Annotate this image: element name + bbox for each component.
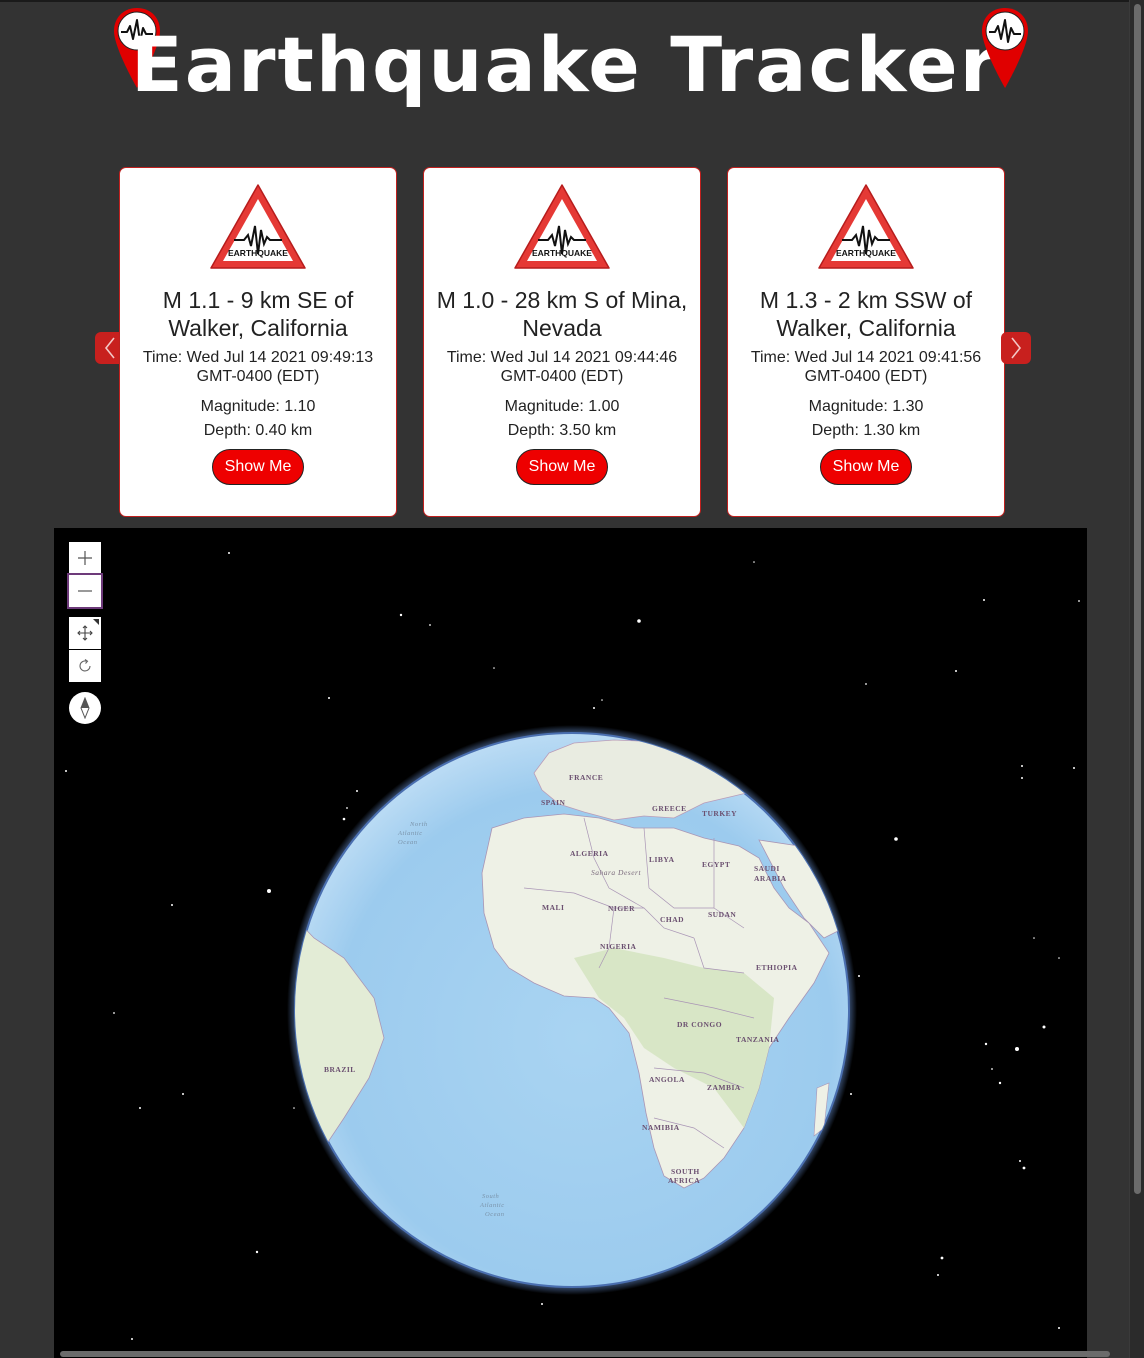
svg-text:SOUTH: SOUTH — [671, 1167, 700, 1176]
svg-text:Atlantic: Atlantic — [397, 830, 423, 837]
svg-text:ZAMBIA: ZAMBIA — [707, 1083, 741, 1092]
svg-text:AFRICA: AFRICA — [668, 1176, 700, 1185]
pan-button[interactable] — [69, 617, 101, 649]
svg-text:SPAIN: SPAIN — [541, 798, 566, 807]
quake-card: EARTHQUAKE M 1.1 - 9 km SE of Walker, Ca… — [119, 167, 397, 517]
svg-text:North: North — [409, 821, 428, 828]
svg-text:EARTHQUAKE: EARTHQUAKE — [836, 248, 896, 258]
quake-time: Time: Wed Jul 14 2021 09:41:56 GMT-0400 … — [750, 349, 982, 385]
globe-scene[interactable]: FRANCE SPAIN GREECE TURKEY ALGERIA LIBYA… — [54, 528, 1087, 1358]
svg-text:MALI: MALI — [542, 903, 564, 912]
vertical-scrollbar[interactable] — [1129, 0, 1144, 1358]
svg-text:ANGOLA: ANGOLA — [649, 1075, 685, 1084]
svg-text:SAUDI: SAUDI — [754, 864, 780, 873]
chevron-left-icon — [104, 337, 115, 359]
show-me-button[interactable]: Show Me — [212, 449, 304, 485]
rotate-icon — [79, 659, 91, 672]
earthquake-warning-icon: EARTHQUAKE — [818, 184, 914, 269]
svg-text:NAMIBIA: NAMIBIA — [642, 1123, 680, 1132]
quake-magnitude: Magnitude: 1.00 — [504, 398, 620, 415]
zoom-out-icon — [78, 590, 92, 592]
earthquake-warning-icon: EARTHQUAKE — [210, 184, 306, 269]
quake-time: Time: Wed Jul 14 2021 09:49:13 GMT-0400 … — [142, 349, 374, 385]
globe-map-view[interactable]: FRANCE SPAIN GREECE TURKEY ALGERIA LIBYA… — [54, 528, 1087, 1358]
svg-text:EARTHQUAKE: EARTHQUAKE — [532, 248, 592, 258]
show-me-button[interactable]: Show Me — [820, 449, 912, 485]
svg-text:Atlantic: Atlantic — [479, 1202, 505, 1209]
svg-text:EARTHQUAKE: EARTHQUAKE — [228, 248, 288, 258]
zoom-in-icon — [78, 551, 92, 565]
quake-title: M 1.3 - 2 km SSW of Walker, California — [759, 287, 973, 341]
quake-depth: Depth: 3.50 km — [507, 422, 617, 439]
compass-icon — [80, 697, 90, 719]
svg-text:FRANCE: FRANCE — [569, 773, 603, 782]
zoom-in-button[interactable] — [69, 542, 101, 574]
svg-text:BRAZIL: BRAZIL — [324, 1065, 356, 1074]
carousel-next-button[interactable] — [1001, 332, 1031, 364]
svg-text:TURKEY: TURKEY — [702, 809, 737, 818]
quake-card: EARTHQUAKE M 1.3 - 2 km SSW of Walker, C… — [727, 167, 1005, 517]
svg-text:Sahara Desert: Sahara Desert — [591, 868, 641, 877]
svg-text:GREECE: GREECE — [652, 804, 687, 813]
scrollbar-thumb[interactable] — [1134, 4, 1141, 1194]
earthquake-carousel: EARTHQUAKE M 1.1 - 9 km SE of Walker, Ca… — [95, 165, 1031, 525]
quake-depth: Depth: 1.30 km — [811, 422, 921, 439]
show-me-button[interactable]: Show Me — [516, 449, 608, 485]
quake-card: EARTHQUAKE M 1.0 - 28 km S of Mina, Neva… — [423, 167, 701, 517]
horizontal-scrollbar[interactable] — [60, 1351, 1110, 1357]
svg-text:CHAD: CHAD — [660, 915, 684, 924]
page-title: Earthquake Tracker — [130, 20, 1000, 109]
svg-text:SUDAN: SUDAN — [708, 910, 736, 919]
page-header: Earthquake Tracker — [0, 0, 1130, 120]
earthquake-warning-icon: EARTHQUAKE — [514, 184, 610, 269]
quake-depth: Depth: 0.40 km — [203, 422, 313, 439]
seismic-pin-icon — [982, 8, 1028, 88]
svg-text:Ocean: Ocean — [398, 839, 417, 846]
svg-text:EGYPT: EGYPT — [702, 860, 730, 869]
svg-text:Ocean: Ocean — [485, 1211, 504, 1218]
svg-text:TANZANIA: TANZANIA — [736, 1035, 780, 1044]
zoom-out-button[interactable] — [67, 573, 103, 609]
quake-title: M 1.0 - 28 km S of Mina, Nevada — [436, 287, 688, 341]
svg-text:ARABIA: ARABIA — [754, 874, 787, 883]
quake-magnitude: Magnitude: 1.10 — [200, 398, 316, 415]
svg-text:NIGER: NIGER — [608, 904, 635, 913]
svg-text:DR CONGO: DR CONGO — [677, 1020, 722, 1029]
chevron-right-icon — [1011, 337, 1022, 359]
pan-icon — [77, 625, 93, 641]
svg-text:NIGERIA: NIGERIA — [600, 942, 637, 951]
compass-button[interactable] — [69, 692, 101, 724]
quake-title: M 1.1 - 9 km SE of Walker, California — [162, 287, 354, 341]
svg-text:ALGERIA: ALGERIA — [570, 849, 609, 858]
quake-magnitude: Magnitude: 1.30 — [808, 398, 924, 415]
svg-text:South: South — [482, 1193, 499, 1200]
quake-time: Time: Wed Jul 14 2021 09:44:46 GMT-0400 … — [446, 349, 678, 385]
svg-text:LIBYA: LIBYA — [649, 855, 675, 864]
rotate-button[interactable] — [69, 650, 101, 682]
svg-text:ETHIOPIA: ETHIOPIA — [756, 963, 798, 972]
